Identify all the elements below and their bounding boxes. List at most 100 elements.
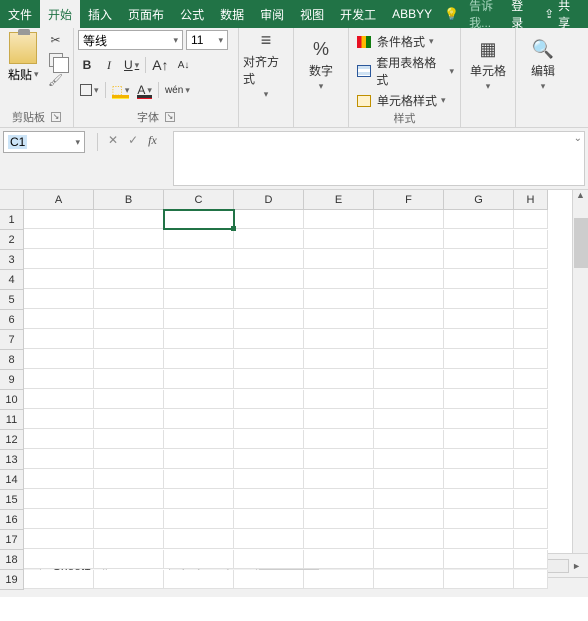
column-header[interactable]: D — [234, 190, 304, 210]
column-header[interactable]: E — [304, 190, 374, 210]
cell[interactable] — [234, 550, 304, 569]
cell[interactable] — [514, 210, 548, 229]
underline-button[interactable]: U▾ — [122, 55, 141, 75]
tab-view[interactable]: 视图 — [292, 0, 332, 28]
cell[interactable] — [234, 330, 304, 349]
cell[interactable] — [164, 530, 234, 549]
row-header[interactable]: 2 — [0, 230, 24, 250]
cell[interactable] — [374, 250, 444, 269]
cell[interactable] — [234, 410, 304, 429]
cell[interactable] — [374, 550, 444, 569]
column-header[interactable]: B — [94, 190, 164, 210]
cell[interactable] — [94, 310, 164, 329]
alignment-button[interactable]: ≡ 对齐方式 ▾ — [243, 30, 289, 100]
cell[interactable] — [164, 330, 234, 349]
cell[interactable] — [514, 310, 548, 329]
row-header[interactable]: 4 — [0, 270, 24, 290]
bold-button[interactable]: B — [78, 55, 96, 75]
cell[interactable] — [164, 270, 234, 289]
cell[interactable] — [304, 230, 374, 249]
row-header[interactable]: 11 — [0, 410, 24, 430]
cells-button[interactable]: ▦ 单元格 ▾ — [465, 30, 511, 100]
cell[interactable] — [24, 390, 94, 409]
cell[interactable] — [374, 290, 444, 309]
column-header[interactable]: F — [374, 190, 444, 210]
font-size-combo[interactable]: 11▾ — [186, 30, 228, 50]
cell[interactable] — [94, 210, 164, 229]
copy-button[interactable] — [47, 52, 65, 68]
font-name-combo[interactable]: 等线▾ — [78, 30, 183, 50]
cell[interactable] — [304, 410, 374, 429]
vertical-scrollbar[interactable]: ▲ — [572, 190, 588, 553]
paste-button[interactable]: 粘贴▾ — [4, 30, 43, 85]
cell[interactable] — [304, 570, 374, 589]
insert-function-button[interactable]: fx — [148, 133, 157, 148]
cell[interactable] — [24, 250, 94, 269]
cell[interactable] — [304, 490, 374, 509]
cell[interactable] — [304, 510, 374, 529]
cell[interactable] — [234, 350, 304, 369]
tellme-input[interactable]: 告诉我... — [469, 0, 505, 31]
cell[interactable] — [94, 410, 164, 429]
cell[interactable] — [234, 230, 304, 249]
column-header[interactable]: A — [24, 190, 94, 210]
select-all-corner[interactable] — [0, 190, 24, 210]
cell[interactable] — [444, 390, 514, 409]
cell[interactable] — [374, 210, 444, 229]
spreadsheet-grid[interactable]: ABCDEFGH12345678910111213141516171819 ▲ — [0, 190, 588, 553]
cell[interactable] — [94, 390, 164, 409]
cell[interactable] — [234, 450, 304, 469]
tellme-icon[interactable]: 💡 — [440, 7, 463, 21]
cell[interactable] — [374, 410, 444, 429]
cell[interactable] — [444, 430, 514, 449]
cell[interactable] — [234, 370, 304, 389]
cell[interactable] — [24, 330, 94, 349]
cell[interactable] — [514, 490, 548, 509]
cell[interactable] — [304, 210, 374, 229]
cell[interactable] — [24, 490, 94, 509]
cell[interactable] — [164, 450, 234, 469]
cell[interactable] — [444, 450, 514, 469]
cell[interactable] — [164, 210, 234, 229]
tab-abbyy[interactable]: ABBYY — [384, 0, 440, 28]
row-header[interactable]: 14 — [0, 470, 24, 490]
conditional-formatting-button[interactable]: 条件格式▾ — [353, 32, 436, 51]
cell[interactable] — [374, 450, 444, 469]
tab-formulas[interactable]: 公式 — [172, 0, 212, 28]
cell[interactable] — [94, 570, 164, 589]
cell[interactable] — [374, 370, 444, 389]
cell[interactable] — [234, 290, 304, 309]
cell[interactable] — [24, 470, 94, 489]
cell[interactable] — [94, 470, 164, 489]
cell[interactable] — [514, 470, 548, 489]
cell[interactable] — [24, 510, 94, 529]
cell[interactable] — [234, 570, 304, 589]
cell[interactable] — [164, 510, 234, 529]
cell[interactable] — [24, 370, 94, 389]
column-header[interactable]: C — [164, 190, 234, 210]
cell[interactable] — [94, 490, 164, 509]
cell[interactable] — [234, 530, 304, 549]
cell[interactable] — [164, 310, 234, 329]
cell[interactable] — [24, 290, 94, 309]
cell[interactable] — [444, 550, 514, 569]
cell[interactable] — [514, 410, 548, 429]
cell[interactable] — [24, 430, 94, 449]
cell[interactable] — [374, 330, 444, 349]
cell[interactable] — [304, 310, 374, 329]
cell[interactable] — [444, 250, 514, 269]
grow-font-button[interactable]: A↑ — [150, 55, 170, 75]
cell[interactable] — [374, 350, 444, 369]
cell[interactable] — [164, 490, 234, 509]
font-launcher[interactable]: ↘ — [165, 112, 175, 122]
cell[interactable] — [24, 350, 94, 369]
cell[interactable] — [444, 490, 514, 509]
cell[interactable] — [164, 250, 234, 269]
cell[interactable] — [304, 550, 374, 569]
format-as-table-button[interactable]: 套用表格格式▾ — [353, 53, 456, 89]
enter-formula-button[interactable]: ✓ — [128, 133, 138, 147]
login-link[interactable]: 登录 — [511, 0, 530, 31]
cell[interactable] — [374, 430, 444, 449]
font-color-button[interactable]: A▾ — [135, 80, 154, 100]
cell[interactable] — [444, 350, 514, 369]
